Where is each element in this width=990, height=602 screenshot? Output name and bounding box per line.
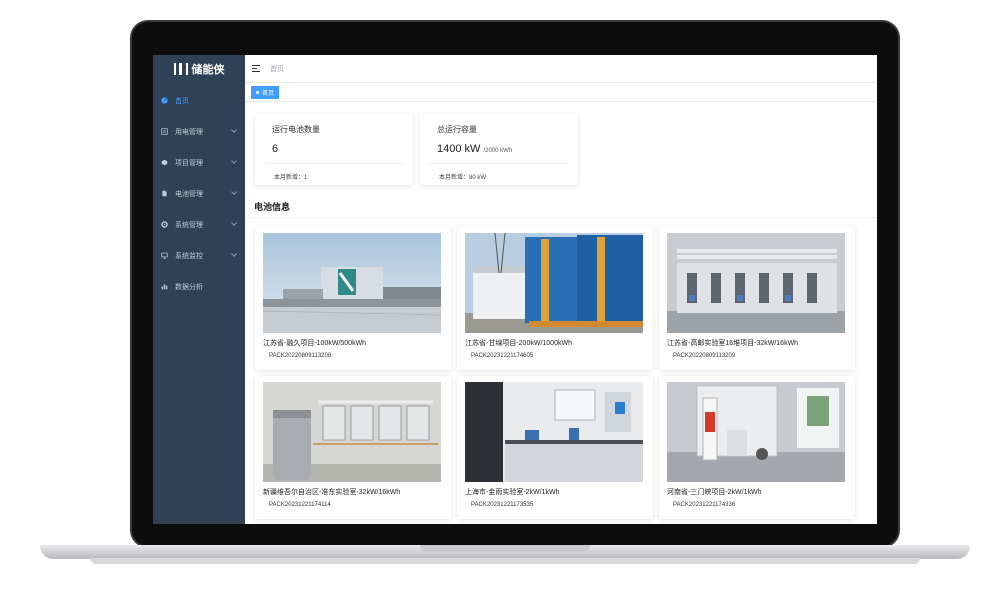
tag-label: 首页 [262,90,275,97]
stat-value-number: 1400 kW [437,143,481,155]
chevron-down-icon [231,220,237,226]
dashboard-icon [161,97,168,104]
cube-icon [161,159,168,166]
project-name: 河南省-三门峡项目-2kW/1kWh [667,489,762,496]
project-photo [465,233,643,333]
monitor-icon [161,252,168,259]
project-card[interactable]: 新疆维吾尔自治区-准东实验室-32kW/16kWh PACK2023122117… [255,376,451,519]
project-photo [465,382,643,482]
chevron-down-icon [231,251,237,257]
gear-icon [161,221,168,228]
navbar: 首页 [245,55,877,83]
list-icon [161,128,168,135]
project-photo [263,233,441,333]
project-code: PACK20220809113208 [269,353,332,359]
project-name: 江苏省-高邮实验室16堆项目-32kW/16kWh [667,340,799,347]
app-logo[interactable]: 储能侠 [153,55,245,83]
project-name: 上海市-金雨实验室-2kW/1kWh [465,489,560,496]
stat-value: 1400 kW /2000 kWh [437,143,512,155]
stat-title: 总运行容量 [437,125,477,134]
stat-footer: 本月新增：80 kW [439,175,487,181]
project-code: PACK20231221174605 [471,353,534,359]
sidebar-item-data-analysis[interactable]: 数据分析 [153,271,245,302]
section-title: 电池信息 [254,202,291,212]
project-card[interactable]: 江苏省-甘缐项目-200kW/1000kWh PACK2023122117460… [457,227,653,370]
sidebar-item-power-management[interactable]: 用电管理 [153,116,245,147]
logo-icon [173,63,188,75]
project-card[interactable]: 江苏省-高邮实验室16堆项目-32kW/16kWh PACK2022080911… [659,227,855,370]
stat-card-battery-count: 运行电池数量 6 本月新增：1 [255,114,413,185]
divider [245,217,877,218]
stat-card-total-capacity: 总运行容量 1400 kW /2000 kWh 本月新增：80 kW [420,114,578,185]
sidebar-item-label: 首页 [175,97,189,105]
sidebar-item-label: 用电管理 [175,128,203,136]
chevron-down-icon [231,189,237,195]
hamburger-icon[interactable] [252,65,260,72]
project-name: 新疆维吾尔自治区-准东实验室-32kW/16kWh [263,489,401,496]
chevron-down-icon [231,158,237,164]
stat-footer: 本月新增：1 [274,175,308,181]
project-code: PACK20220809113209 [673,353,736,359]
divider [430,163,568,164]
tags-view: 首页 [245,83,877,102]
project-card[interactable]: 河南省-三门峡项目-2kW/1kWh PACK20231221174336 [659,376,855,519]
breadcrumb[interactable]: 首页 [270,64,284,74]
tag-home[interactable]: 首页 [251,85,280,99]
dashboard-content: 运行电池数量 6 本月新增：1 总运行容量 1400 kW /2000 kWh … [245,102,877,524]
document-icon [161,190,168,197]
sidebar: 储能侠 首页 用电管理 项目管理 电池管理 系统管理 系统监控 数据分析 [153,55,245,524]
project-card[interactable]: 上海市-金雨实验室-2kW/1kWh PACK20231221173535 [457,376,653,519]
project-code: PACK20231221174114 [269,502,331,508]
tag-active-dot [256,90,259,94]
project-code: PACK20231221174336 [673,502,736,508]
project-photo [667,382,845,482]
divider [265,163,403,164]
stat-value-number: 6 [272,143,279,155]
sidebar-item-project-management[interactable]: 项目管理 [153,147,245,178]
stat-title: 运行电池数量 [272,125,320,134]
sidebar-item-battery-management[interactable]: 电池管理 [153,178,245,209]
sidebar-item-label: 数据分析 [175,283,203,291]
sidebar-item-label: 系统监控 [175,252,203,260]
sidebar-item-label: 系统管理 [175,221,203,229]
project-photo [667,233,845,333]
stat-value-unit: /2000 kWh [483,148,513,154]
project-code: PACK20231221173535 [471,502,534,508]
main-area: 首页 首页 运行电池数量 6 本月新增：1 总运行容量 1400 kW /200… [245,55,877,524]
sidebar-item-system-management[interactable]: 系统管理 [153,209,245,240]
project-name: 江苏省-甘缐项目-200kW/1000kWh [465,340,572,347]
sidebar-item-system-monitor[interactable]: 系统监控 [153,240,245,271]
project-name: 江苏省-融久项目-100kW/500kWh [263,340,367,347]
sidebar-item-label: 电池管理 [175,190,203,198]
project-card[interactable]: 江苏省-融久项目-100kW/500kWh PACK20220809113208 [255,227,451,370]
laptop-notch [420,545,590,552]
app-screen: 储能侠 首页 用电管理 项目管理 电池管理 系统管理 系统监控 数据分析 首页 … [153,55,877,524]
project-photo [263,382,441,482]
sidebar-item-home[interactable]: 首页 [153,85,245,116]
laptop-base-shadow [90,558,920,564]
bar-chart-icon [161,283,168,290]
logo-text: 储能侠 [191,64,225,76]
stat-value: 6 [272,143,278,155]
chevron-down-icon [231,127,237,133]
sidebar-item-label: 项目管理 [175,159,203,167]
